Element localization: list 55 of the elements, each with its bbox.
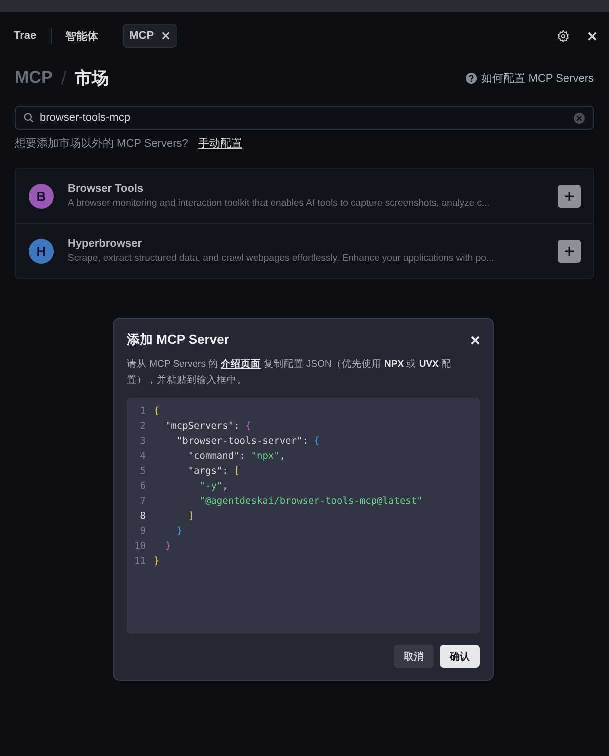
code-line: ]: [187, 511, 194, 522]
code-line: }: [176, 526, 183, 537]
tab[interactable]: MCP: [122, 24, 178, 48]
search-field[interactable]: browser-tools-mcp: [15, 106, 594, 130]
server-avatar: B: [29, 184, 54, 208]
help-link[interactable]: 如何配置 MCP Servers: [482, 70, 594, 86]
plus-icon: [565, 246, 574, 256]
hint-text: 想要添加市场以外的 MCP Servers?: [15, 136, 188, 151]
line-number: 10: [134, 541, 146, 552]
code-line: }: [164, 541, 172, 552]
line-number: 6: [139, 481, 146, 492]
search-input[interactable]: browser-tools-mcp: [40, 112, 568, 124]
line-number: 7: [139, 496, 146, 507]
code-line: }: [154, 556, 160, 567]
server-description: Scrape, extract structured data, and crawl webpages effortlessly. Enhance your applications with po...: [68, 253, 496, 264]
line-number: 11: [134, 556, 146, 567]
server-row[interactable]: H Hyperbrowser Scrape, extract structured data, and crawl webpages effortlessly. Enhance your applications with po...: [16, 223, 593, 278]
cancel-button[interactable]: 取消: [394, 645, 434, 668]
line-number: 1: [139, 406, 146, 417]
line-number: 8: [139, 511, 146, 522]
settings-icon[interactable]: [557, 30, 570, 42]
line-number: 2: [139, 421, 146, 432]
manual-config-link[interactable]: 手动配置: [198, 136, 242, 151]
dialog-description: 请从 MCP Servers 的 介绍页面 复制配置 JSON（优先使用 NPX 或 UVX 配置），并粘贴到输入框中。: [127, 358, 453, 388]
plus-icon: [565, 192, 574, 200]
code-line: "-y",: [198, 481, 228, 492]
server-row[interactable]: B Browser Tools A browser monitoring and interaction toolkit that enables AI tools to capture screenshots, analyze c...: [16, 169, 593, 223]
line-number: 5: [139, 466, 146, 477]
code-line: {: [154, 406, 160, 417]
tab[interactable]: 智能体: [60, 24, 105, 48]
line-number: 9: [139, 526, 146, 537]
line-number: 4: [139, 451, 146, 462]
close-icon[interactable]: [162, 32, 170, 40]
json-editor[interactable]: 1 { 2 "mcpServers": { 3 "browser-tools-server": { 4 "command": "npx", 5 "args": [ 6 "-y", 7 "@agentdeskai/browser-tools-mcp@latest" 8 ] 9 } 10 } 11 }: [127, 398, 480, 634]
dialog-title: 添加 MCP Server: [127, 331, 230, 349]
confirm-button[interactable]: 确认: [440, 645, 480, 668]
server-name: Hyperbrowser: [68, 238, 143, 250]
tab[interactable]: Trae: [8, 25, 43, 47]
add-button[interactable]: [558, 184, 581, 208]
server-avatar: H: [29, 238, 54, 264]
search-icon: [24, 113, 34, 123]
code-line: "args": [: [187, 466, 240, 477]
breadcrumb-separator: [60, 70, 67, 86]
breadcrumb-item: 市场: [74, 68, 109, 90]
server-name: Browser Tools: [68, 183, 145, 195]
help-icon: [466, 72, 477, 84]
code-line: "mcpServers": {: [164, 421, 252, 432]
code-line: "browser-tools-server": {: [176, 436, 320, 447]
server-description: A browser monitoring and interaction toolkit that enables AI tools to capture screenshots, analyze c...: [68, 198, 491, 209]
code-line: "@agentdeskai/browser-tools-mcp@latest": [198, 496, 423, 507]
breadcrumb-item[interactable]: MCP: [15, 68, 53, 88]
line-number: 3: [139, 436, 146, 447]
code-line: "command": "npx",: [187, 451, 286, 462]
close-icon[interactable]: [588, 32, 597, 40]
add-button[interactable]: [558, 240, 581, 262]
